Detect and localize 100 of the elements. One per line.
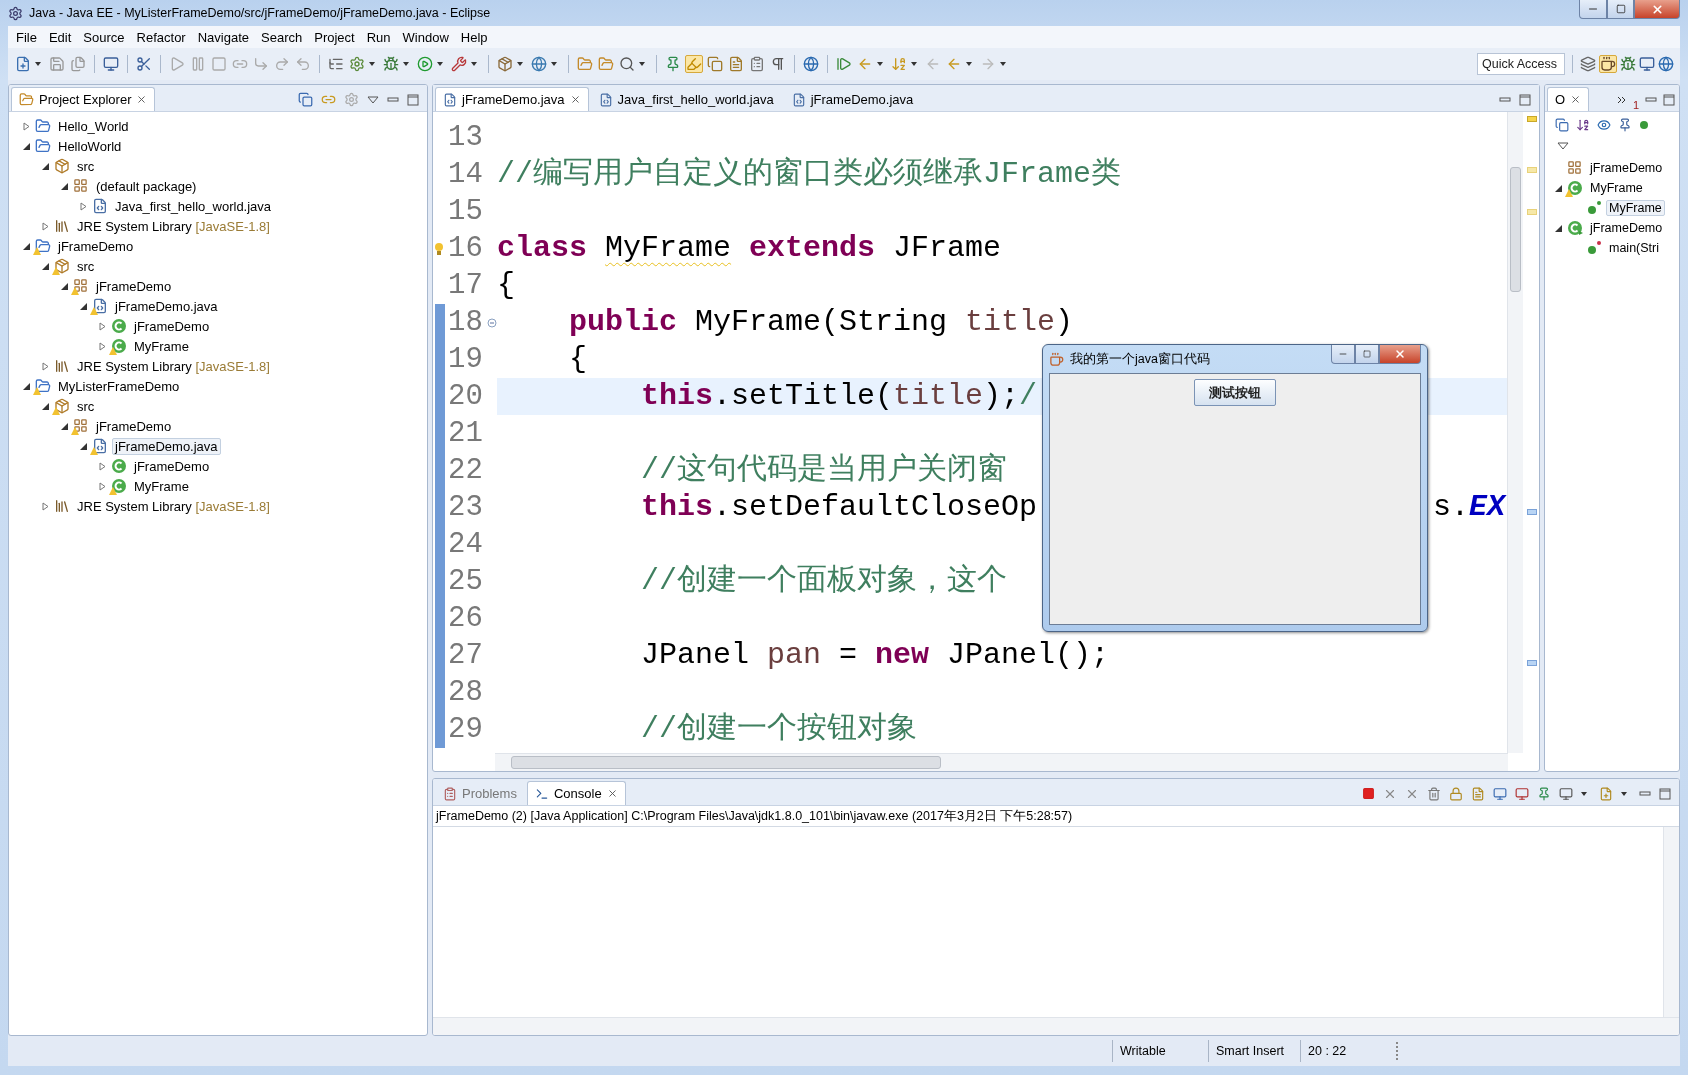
expanded-arrow-icon[interactable] xyxy=(40,401,50,411)
dot-icon[interactable] xyxy=(1639,120,1649,130)
suspend-icon[interactable] xyxy=(190,56,206,72)
tree-item[interactable]: jFrameDemo xyxy=(1587,220,1666,236)
dropdown-arrow-icon[interactable] xyxy=(35,62,41,66)
menu-item[interactable]: File xyxy=(10,29,43,45)
dropdown-arrow-icon[interactable] xyxy=(911,62,917,66)
collapsed-arrow-icon[interactable] xyxy=(97,321,107,331)
view-menu-icon[interactable] xyxy=(367,95,379,104)
clipboard-icon[interactable] xyxy=(749,56,765,72)
scroll-lock-icon[interactable] xyxy=(1449,786,1463,801)
chevrons-icon[interactable] xyxy=(1616,95,1627,104)
menu-item[interactable]: Refactor xyxy=(130,29,192,45)
fold-icon[interactable] xyxy=(486,317,497,328)
tree-item[interactable]: jFrameDemo xyxy=(131,317,213,335)
view-tab[interactable]: Problems xyxy=(435,781,525,805)
view-tab[interactable]: Console xyxy=(526,781,626,805)
menu-item[interactable]: Navigate xyxy=(191,29,255,45)
tree-item[interactable]: MyFrame xyxy=(1606,200,1665,216)
expanded-arrow-icon[interactable] xyxy=(78,441,88,451)
maximize-icon[interactable] xyxy=(407,93,419,106)
collapsed-arrow-icon[interactable] xyxy=(40,501,50,511)
dropdown-arrow-icon[interactable] xyxy=(1000,62,1006,66)
close-icon[interactable] xyxy=(606,788,618,799)
open-console-icon[interactable] xyxy=(1599,786,1613,801)
tree-item[interactable]: main(Stri xyxy=(1606,240,1662,256)
tree-item[interactable]: jFrameDemo xyxy=(131,457,213,475)
expanded-arrow-icon[interactable] xyxy=(21,241,31,251)
terminate-icon[interactable] xyxy=(1362,787,1375,800)
dropdown-arrow-icon[interactable] xyxy=(1581,791,1587,796)
dropdown-arrow-icon[interactable] xyxy=(403,62,409,66)
view-tab[interactable]: Project Explorer xyxy=(11,87,156,111)
tree-item[interactable]: (default package) xyxy=(93,177,200,195)
menu-item[interactable]: Edit xyxy=(42,29,78,45)
search-icon[interactable] xyxy=(619,56,635,72)
collapsed-arrow-icon[interactable] xyxy=(97,481,107,491)
expanded-arrow-icon[interactable] xyxy=(40,261,50,271)
dropdown-arrow-icon[interactable] xyxy=(1621,791,1627,796)
minimize-icon[interactable] xyxy=(1499,95,1511,104)
close-icon[interactable] xyxy=(136,94,148,105)
tree-item[interactable]: JRE System Library [JavaSE-1.8] xyxy=(74,357,273,375)
tree-item[interactable]: jFrameDemo xyxy=(93,417,175,435)
expanded-arrow-icon[interactable] xyxy=(59,421,69,431)
dropdown-arrow-icon[interactable] xyxy=(471,62,477,66)
tree-item[interactable]: MyFrame xyxy=(1587,180,1646,196)
tree-item[interactable]: src xyxy=(74,397,98,415)
menu-item[interactable]: Source xyxy=(77,29,131,45)
dropdown-arrow-icon[interactable] xyxy=(877,62,883,66)
pin-icon[interactable] xyxy=(1537,786,1551,801)
outline-tab[interactable]: O xyxy=(1547,87,1590,111)
close-button[interactable] xyxy=(1634,0,1680,19)
collapse-all-icon[interactable] xyxy=(298,92,313,107)
quick-access-field[interactable]: Quick Access xyxy=(1477,53,1565,75)
menu-item[interactable]: Search xyxy=(255,29,309,45)
maximize-button[interactable] xyxy=(1355,345,1379,364)
pilcrow-icon[interactable] xyxy=(770,56,786,72)
horizontal-scrollbar[interactable] xyxy=(433,1017,1679,1035)
tree-item[interactable]: JRE System Library [JavaSE-1.8] xyxy=(74,217,273,235)
menu-item[interactable]: Project xyxy=(308,29,361,45)
dropdown-arrow-icon[interactable] xyxy=(966,62,972,66)
dropdown-arrow-icon[interactable] xyxy=(551,62,557,66)
close-icon[interactable] xyxy=(569,94,581,105)
expanded-arrow-icon[interactable] xyxy=(1553,183,1563,193)
tree-item[interactable]: MyFrame xyxy=(131,337,192,355)
minimize-icon[interactable] xyxy=(1639,789,1651,798)
tree-item[interactable]: jFrameDemo.java xyxy=(112,437,221,455)
tree-item[interactable]: MyFrame xyxy=(131,477,192,495)
bug-icon[interactable] xyxy=(383,56,399,72)
external-tools-icon[interactable] xyxy=(451,56,467,72)
perspective-icon[interactable] xyxy=(1639,56,1655,72)
tree-item[interactable]: jFrameDemo xyxy=(93,277,175,295)
document-icon[interactable] xyxy=(728,56,744,72)
collapsed-arrow-icon[interactable] xyxy=(21,121,31,131)
minimize-icon[interactable] xyxy=(1645,95,1657,104)
menu-item[interactable]: Run xyxy=(360,29,397,45)
menu-item[interactable]: Window xyxy=(396,29,455,45)
expanded-arrow-icon[interactable] xyxy=(59,181,69,191)
dropdown-arrow-icon[interactable] xyxy=(369,62,375,66)
expanded-arrow-icon[interactable] xyxy=(59,281,69,291)
tree-item[interactable]: jFrameDemo.java xyxy=(112,297,221,315)
vertical-scrollbar[interactable] xyxy=(1507,112,1523,753)
expanded-arrow-icon[interactable] xyxy=(21,381,31,391)
debug-perspective-icon[interactable] xyxy=(1620,56,1636,72)
maximize-icon[interactable] xyxy=(1663,93,1675,106)
tree-item[interactable]: JRE System Library [JavaSE-1.8] xyxy=(74,497,273,515)
show-output-icon[interactable] xyxy=(1493,786,1507,801)
collapsed-arrow-icon[interactable] xyxy=(97,461,107,471)
tree-item[interactable]: jFrameDemo xyxy=(55,237,137,255)
view-menu-icon[interactable] xyxy=(1557,142,1569,150)
scroll-thumb[interactable] xyxy=(1510,167,1521,292)
open-perspective-icon[interactable] xyxy=(1580,56,1596,72)
close-icon[interactable] xyxy=(1570,94,1582,105)
horizontal-scrollbar[interactable] xyxy=(495,753,1508,771)
tree-item[interactable]: jFrameDemo xyxy=(1587,160,1666,176)
new-project-icon[interactable] xyxy=(497,56,513,72)
collapsed-arrow-icon[interactable] xyxy=(40,361,50,371)
minimize-button[interactable] xyxy=(1579,0,1607,19)
perspective-icon[interactable] xyxy=(1658,56,1674,72)
collapsed-arrow-icon[interactable] xyxy=(40,221,50,231)
close-button[interactable] xyxy=(1379,345,1421,364)
